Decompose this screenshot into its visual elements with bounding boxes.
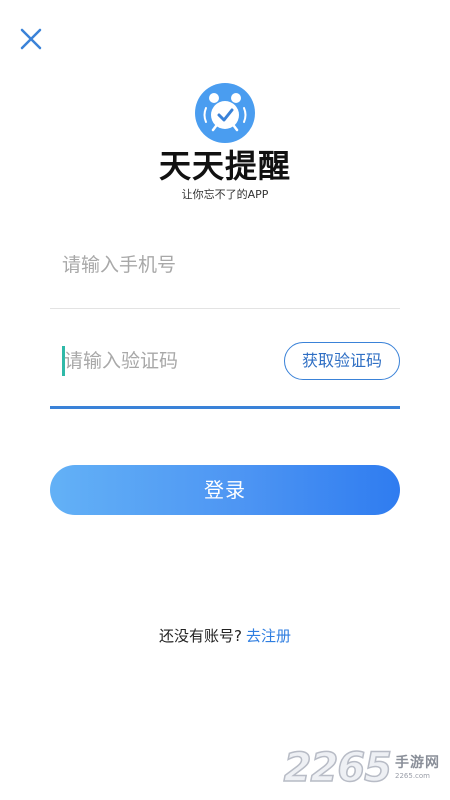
alarm-clock-check-icon — [195, 83, 255, 143]
watermark-text: 手游网 — [395, 755, 440, 771]
verification-code-field: 获取验证码 — [50, 334, 400, 409]
watermark-subtext: 2265.com — [395, 772, 430, 780]
watermark-side: 手游网 2265.com — [395, 756, 440, 780]
phone-field — [50, 238, 400, 309]
register-link[interactable]: 去注册 — [246, 627, 291, 645]
get-code-button[interactable]: 获取验证码 — [284, 342, 400, 380]
register-prompt: 还没有账号? — [159, 627, 242, 645]
app-title: 天天提醒 — [158, 147, 291, 185]
login-button[interactable]: 登录 — [50, 465, 400, 515]
verification-code-input[interactable] — [64, 344, 274, 378]
watermark-number: 2265 — [283, 745, 393, 791]
close-button[interactable] — [14, 22, 48, 56]
close-x-icon — [20, 28, 42, 50]
phone-input[interactable] — [62, 248, 382, 282]
app-slogan: 让你忘不了的APP — [181, 188, 269, 201]
app-logo — [194, 82, 256, 144]
watermark: 2265 手游网 2265.com — [283, 745, 440, 791]
register-line: 还没有账号? 去注册 — [0, 626, 450, 646]
